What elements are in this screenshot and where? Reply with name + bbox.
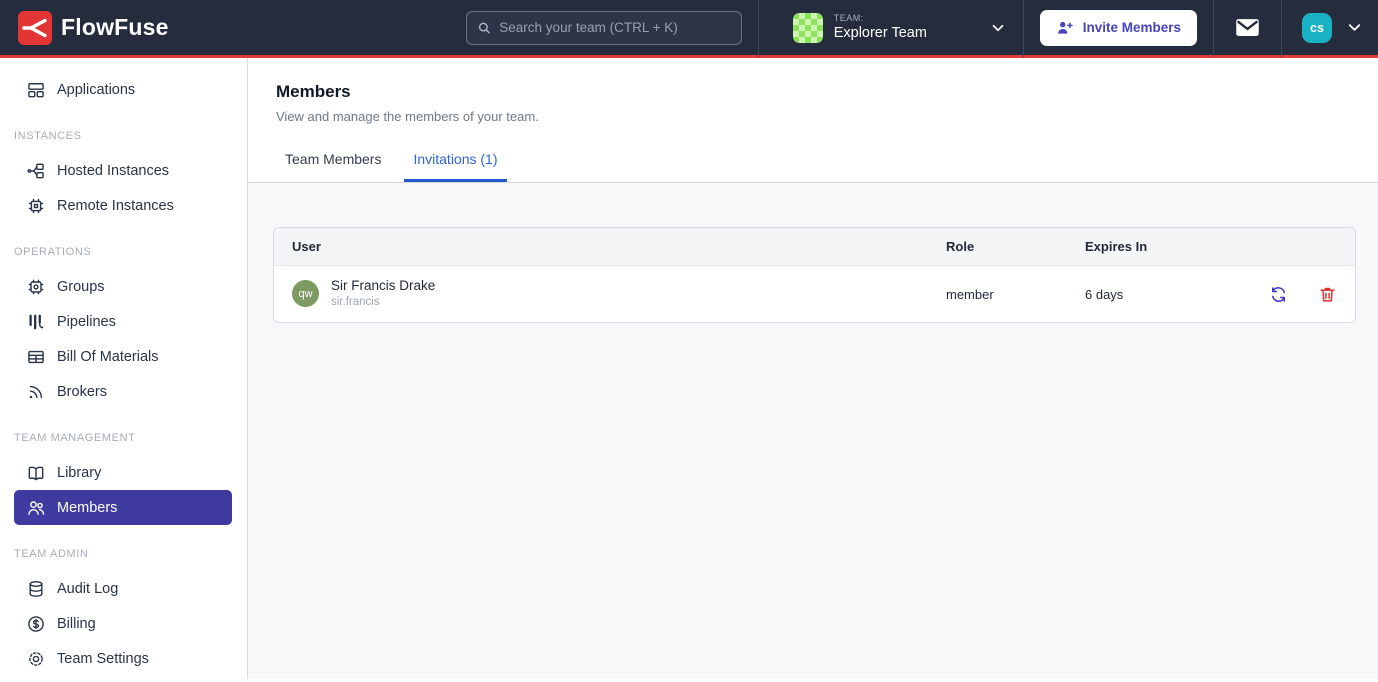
team-selector[interactable]: TEAM: Explorer Team [793, 13, 1007, 43]
delete-invite-button[interactable] [1318, 285, 1337, 304]
brokers-icon [26, 382, 46, 402]
invite-role: member [946, 287, 1085, 302]
invite-members-button[interactable]: Invite Members [1040, 10, 1197, 46]
remote-instances-icon [26, 196, 46, 216]
search-input[interactable] [499, 20, 730, 35]
sidebar-item-label: Hosted Instances [57, 163, 169, 179]
sidebar-item-label: Bill Of Materials [57, 349, 159, 365]
mail-icon [1234, 14, 1261, 41]
resend-invite-icon [1269, 285, 1288, 304]
user-avatar: cs [1302, 13, 1332, 43]
sidebar-item-label: Pipelines [57, 314, 116, 330]
invited-user-username: sir.francis [331, 295, 435, 311]
search-icon [477, 20, 492, 36]
tab-team-members[interactable]: Team Members [276, 145, 390, 182]
avatar: qw [292, 280, 319, 307]
groups-icon [26, 277, 46, 297]
column-header-user: User [292, 239, 946, 254]
notifications-button[interactable] [1230, 14, 1265, 41]
navbar-divider [1213, 0, 1214, 57]
brand-name: FlowFuse [61, 14, 169, 41]
navbar-divider [1023, 0, 1024, 57]
bill-of-materials-icon [26, 347, 46, 367]
sidebar-item-hosted-instances[interactable]: Hosted Instances [0, 153, 247, 188]
sidebar-item-library[interactable]: Library [0, 455, 247, 490]
chevron-down-icon [989, 19, 1007, 37]
pipelines-icon [26, 312, 46, 332]
sidebar-item-audit-log[interactable]: Audit Log [0, 571, 247, 606]
billing-icon [26, 614, 46, 634]
sidebar-item-pipelines[interactable]: Pipelines [0, 304, 247, 339]
flowfuse-logo-icon [18, 11, 52, 45]
members-icon [26, 498, 46, 518]
flowfuse-logo[interactable]: FlowFuse [18, 11, 169, 45]
resend-invite-button[interactable] [1269, 285, 1288, 304]
sidebar-item-label: Remote Instances [57, 198, 174, 214]
page-title: Members [276, 82, 1350, 102]
invite-expires-in: 6 days [1085, 287, 1237, 302]
sidebar-item-label: Team Settings [57, 651, 149, 667]
sidebar: Applications INSTANCES Hosted Instances … [0, 58, 248, 679]
page-header: Members View and manage the members of y… [248, 58, 1378, 183]
sidebar-item-label: Library [57, 465, 101, 481]
sidebar-section-instances: INSTANCES [0, 129, 247, 143]
tab-bar: Team Members Invitations (1) [276, 145, 1350, 182]
user-plus-icon [1056, 19, 1074, 37]
column-header-expires: Expires In [1085, 239, 1237, 254]
sidebar-item-label: Members [57, 500, 117, 516]
audit-log-icon [26, 579, 46, 599]
navbar-divider [758, 0, 759, 57]
sidebar-item-groups[interactable]: Groups [0, 269, 247, 304]
invitations-table: User Role Expires In qw Sir Francis Drak… [273, 227, 1356, 323]
sidebar-item-label: Groups [57, 279, 105, 295]
team-name: Explorer Team [834, 24, 927, 42]
top-navbar: FlowFuse TEAM: Explorer Team [0, 0, 1378, 58]
sidebar-item-label: Billing [57, 616, 96, 632]
chevron-down-icon [1345, 18, 1364, 37]
sidebar-item-label: Brokers [57, 384, 107, 400]
invite-members-label: Invite Members [1083, 20, 1181, 35]
library-icon [26, 463, 46, 483]
hosted-instances-icon [26, 161, 46, 181]
column-header-role: Role [946, 239, 1085, 254]
sidebar-section-team-admin: TEAM ADMIN [0, 547, 247, 561]
sidebar-section-team-management: TEAM MANAGEMENT [0, 431, 247, 445]
team-label: TEAM: [834, 13, 927, 24]
sidebar-item-label: Applications [57, 82, 135, 98]
sidebar-item-label: Audit Log [57, 581, 118, 597]
tab-invitations[interactable]: Invitations (1) [404, 145, 506, 182]
sidebar-section-operations: OPERATIONS [0, 245, 247, 259]
table-header-row: User Role Expires In [274, 228, 1355, 266]
page-subtitle: View and manage the members of your team… [276, 109, 1350, 124]
sidebar-item-applications[interactable]: Applications [0, 72, 247, 107]
invitations-panel: User Role Expires In qw Sir Francis Drak… [248, 183, 1378, 679]
team-avatar [793, 13, 823, 43]
team-settings-icon [26, 649, 46, 669]
table-row: qw Sir Francis Drake sir.francis member … [274, 266, 1355, 322]
navbar-divider [1281, 0, 1282, 57]
team-search[interactable] [466, 11, 742, 45]
main-content: Members View and manage the members of y… [248, 58, 1378, 679]
sidebar-item-remote-instances[interactable]: Remote Instances [0, 188, 247, 223]
delete-invite-icon [1318, 285, 1337, 304]
sidebar-item-members[interactable]: Members [14, 490, 232, 525]
sidebar-item-team-settings[interactable]: Team Settings [0, 641, 247, 676]
invited-user-name: Sir Francis Drake [331, 277, 435, 295]
sidebar-item-billing[interactable]: Billing [0, 606, 247, 641]
sidebar-item-bill-of-materials[interactable]: Bill Of Materials [0, 339, 247, 374]
sidebar-item-brokers[interactable]: Brokers [0, 374, 247, 409]
user-menu[interactable]: cs [1302, 13, 1364, 43]
applications-icon [26, 80, 46, 100]
